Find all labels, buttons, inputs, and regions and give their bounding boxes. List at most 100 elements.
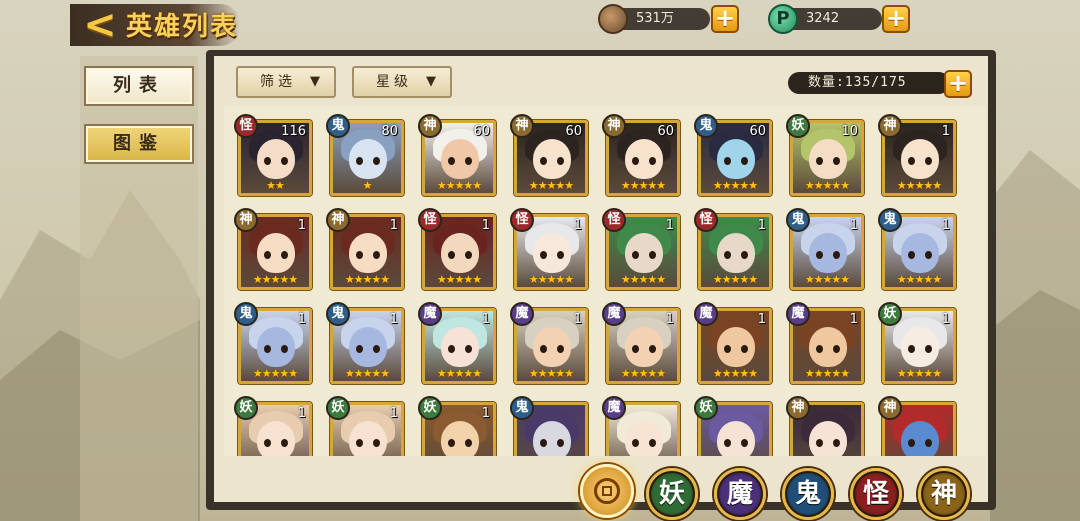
hero-type-badge: 神 [878,396,902,420]
expand-capacity-button[interactable]: + [944,70,972,98]
hero-face [809,421,847,456]
hero-grid[interactable]: 116 ★★ 怪 80 ★ 鬼 60 ★★★★★ 神 60 ★★★★★ 神 60 ★★★★★ 神 60 ★★★★… [224,106,986,456]
hero-face [533,233,571,273]
hero-stars: ★★★★★ [712,179,758,192]
hero-stars: ★★★★★ [528,179,574,192]
star-dropdown[interactable]: 星级 ▼ [352,66,452,98]
hero-eye [448,345,455,353]
hero-level: 60 [473,124,490,139]
category-button[interactable]: 妖 [646,468,698,520]
hero-level: 1 [297,312,306,327]
hero-face [441,327,479,367]
hero-stars: ★★★★★ [620,367,666,380]
hero-face [533,421,571,456]
hero-stars: ★★★★★ [436,367,482,380]
category-button[interactable]: 魔 [714,468,766,520]
hero-face [441,139,479,179]
hero-level: 1 [389,218,398,233]
hero-eye [465,345,472,353]
hero-stars: ★★★★★ [436,273,482,286]
hero-eye [557,251,564,259]
hero-stars: ★★★★★ [252,367,298,380]
tab-list[interactable]: 列表 [84,66,194,106]
category-button[interactable]: 神 [918,468,970,520]
hero-face [533,327,571,367]
hero-eye [281,345,288,353]
hero-face [257,139,295,179]
hero-level: 1 [941,124,950,139]
hero-type-badge: 怪 [602,208,626,232]
hero-face [901,233,939,273]
hero-eye [632,439,639,447]
hero-stars: ★★★★★ [344,367,390,380]
hero-eye [465,251,472,259]
hero-level: 1 [757,218,766,233]
chevron-down-icon: ▼ [310,74,320,89]
tab-codex[interactable]: 图鉴 [84,124,194,164]
hero-type-badge: 妖 [234,396,258,420]
hero-face [809,139,847,179]
hero-face [717,139,755,179]
hero-level: 1 [665,312,674,327]
hero-eye [908,345,915,353]
hero-eye [833,157,840,165]
hero-type-badge: 魔 [602,396,626,420]
hero-type-badge: 鬼 [510,396,534,420]
hero-face [717,327,755,367]
hero-eye [540,157,547,165]
hero-eye [833,439,840,447]
hero-type-badge: 妖 [878,302,902,326]
hero-eye [908,439,915,447]
hero-eye [465,157,472,165]
hero-stars: ★★ [266,179,285,192]
hero-level: 1 [573,218,582,233]
hero-stars: ★★★★★ [804,179,850,192]
category-all-button[interactable] [580,464,634,518]
coin-icon [598,4,628,34]
hero-eye [925,345,932,353]
filter-dropdown[interactable]: 筛选 ▼ [236,66,336,98]
hero-face [901,421,939,456]
jade-icon: P [768,4,798,34]
hero-count: 数量:135/175 [788,72,950,94]
page-title: 英雄列表 [126,12,239,42]
hero-eye [540,439,547,447]
hero-level: 116 [281,124,306,139]
hero-type-badge: 神 [510,114,534,138]
hero-face [533,139,571,179]
hero-eye [264,345,271,353]
hero-eye [741,157,748,165]
hero-face [441,421,479,456]
category-button[interactable]: 鬼 [782,468,834,520]
hero-eye [356,345,363,353]
add-jade-button[interactable]: + [882,5,910,33]
hero-face [901,327,939,367]
hero-stars: ★★★★★ [896,273,942,286]
hero-type-badge: 妖 [326,396,350,420]
hero-eye [465,439,472,447]
hero-stars: ★★★★★ [344,273,390,286]
hero-type-badge: 神 [418,114,442,138]
hero-stars: ★★★★★ [252,273,298,286]
hero-face [257,327,295,367]
hero-face [717,233,755,273]
hero-level: 1 [941,312,950,327]
filter-label: 筛选 [260,74,296,90]
hero-level: 1 [757,312,766,327]
back-arrow-icon[interactable]: < [78,5,122,45]
hero-type-badge: 妖 [418,396,442,420]
hero-level: 1 [941,218,950,233]
hero-level: 1 [849,312,858,327]
hero-count-text: 数量:135/175 [808,75,907,90]
hero-eye [649,251,656,259]
add-coins-button[interactable]: + [711,5,739,33]
hero-eye [557,439,564,447]
hero-face [257,421,295,456]
hero-eye [264,157,271,165]
hero-eye [356,251,363,259]
category-button[interactable]: 怪 [850,468,902,520]
coin-counter: 531万 [598,4,710,34]
hero-type-badge: 怪 [234,114,258,138]
hero-type-badge: 妖 [694,396,718,420]
hero-type-badge: 鬼 [326,302,350,326]
